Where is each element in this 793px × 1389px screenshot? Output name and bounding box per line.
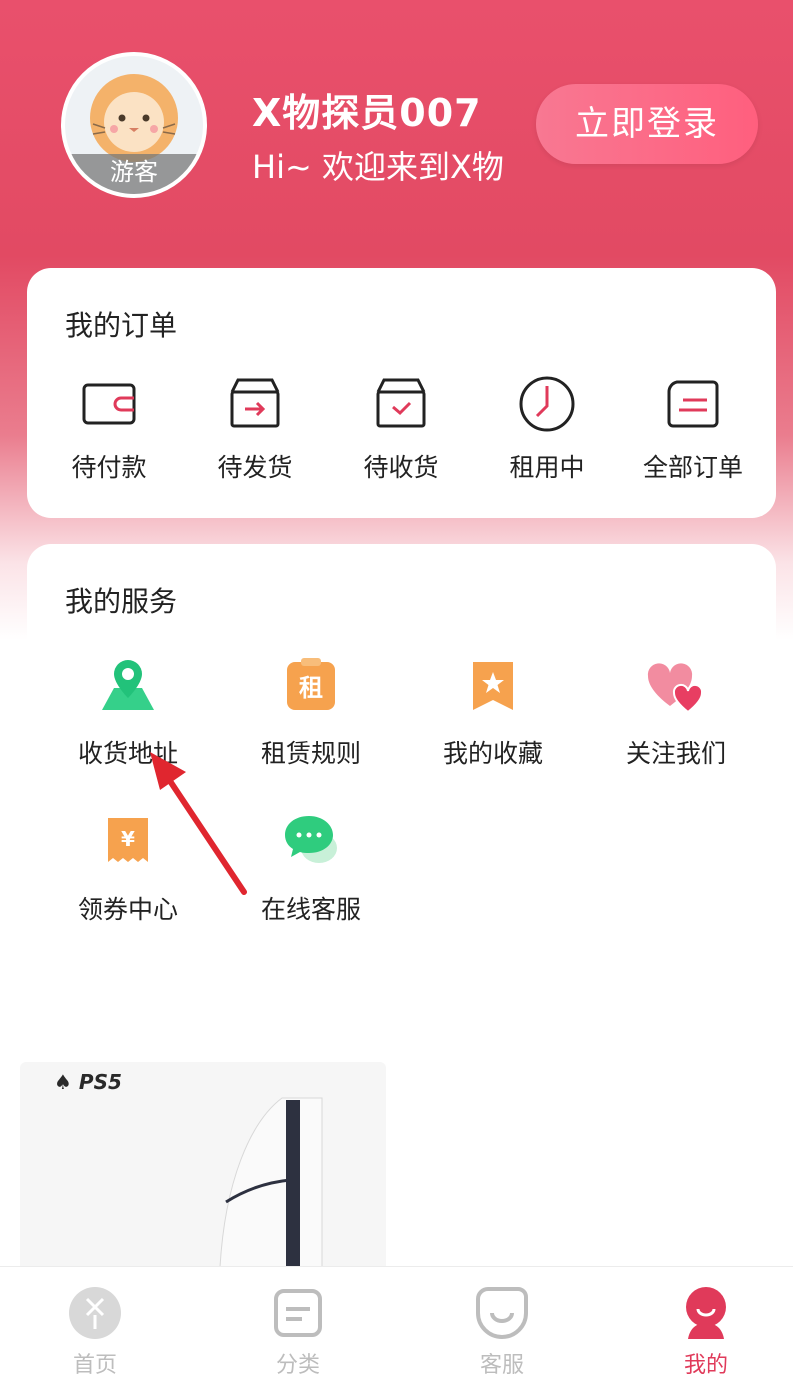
tab-label: 客服 xyxy=(479,1353,524,1378)
rent-rule-icon: 租 xyxy=(287,658,335,710)
order-pending-shipment[interactable]: 待发货 xyxy=(182,372,328,484)
order-item-label: 全部订单 xyxy=(642,453,743,482)
order-pending-receipt[interactable]: 待收货 xyxy=(328,372,474,484)
box-send-icon xyxy=(230,378,280,428)
service-item-label: 收货地址 xyxy=(77,739,178,768)
order-item-label: 待收货 xyxy=(363,453,439,482)
orders-title: 我的订单 xyxy=(65,309,178,342)
user-name: X物探员007 xyxy=(252,91,482,135)
tab-category[interactable]: 分类 xyxy=(238,1285,358,1379)
service-item-label: 在线客服 xyxy=(260,895,361,924)
service-follow-us[interactable]: 关注我们 xyxy=(586,654,766,770)
service-face-icon xyxy=(476,1287,528,1339)
rent-rule-glyph: 租 xyxy=(299,674,323,702)
order-list-icon xyxy=(667,380,719,428)
welcome-text: Hi~ 欢迎来到X物 xyxy=(252,148,504,186)
service-online-support[interactable]: 在线客服 xyxy=(221,810,401,926)
coupon-glyph: ¥ xyxy=(121,827,135,851)
guest-badge: 游客 xyxy=(65,154,203,194)
tab-home[interactable]: 首页 xyxy=(35,1285,155,1379)
services-card: 我的服务 收货地址 租 租赁规则 我的收藏 关注我们 ¥ 领券中心 在线客服 xyxy=(27,544,776,964)
clock-icon xyxy=(519,376,575,432)
hearts-icon xyxy=(647,663,704,714)
box-receive-icon xyxy=(376,378,426,428)
avatar[interactable]: 游客 xyxy=(61,52,207,198)
tab-label: 首页 xyxy=(72,1353,117,1378)
tab-label: 分类 xyxy=(275,1353,320,1378)
tab-mine[interactable]: 我的 xyxy=(646,1285,766,1379)
wallet-icon xyxy=(82,383,136,425)
orders-card: 我的订单 待付款 待发货 待收货 租用中 全部订单 xyxy=(27,268,776,518)
category-icon xyxy=(274,1289,322,1337)
chat-bubble-icon xyxy=(285,816,337,863)
tab-service[interactable]: 客服 xyxy=(442,1285,562,1379)
service-favorites[interactable]: 我的收藏 xyxy=(403,654,583,770)
order-item-label: 待发货 xyxy=(217,453,293,482)
service-address[interactable]: 收货地址 xyxy=(38,654,218,770)
service-item-label: 我的收藏 xyxy=(442,739,543,768)
order-item-label: 租用中 xyxy=(509,453,585,482)
service-item-label: 关注我们 xyxy=(625,739,726,768)
login-button[interactable]: 立即登录 xyxy=(536,84,758,164)
coupon-icon: ¥ xyxy=(108,818,148,862)
profile-icon xyxy=(686,1287,726,1339)
service-item-label: 租赁规则 xyxy=(260,739,361,768)
product-card[interactable]: ♠ PS5 xyxy=(20,1062,386,1272)
order-pending-payment[interactable]: 待付款 xyxy=(36,372,182,484)
service-rent-rules[interactable]: 租 租赁规则 xyxy=(221,654,401,770)
star-bookmark-icon xyxy=(473,662,513,710)
tab-label: 我的 xyxy=(683,1353,728,1378)
order-renting[interactable]: 租用中 xyxy=(474,372,620,484)
bottom-tab-bar: 首页 分类 客服 我的 xyxy=(0,1266,793,1389)
service-coupon-center[interactable]: ¥ 领券中心 xyxy=(38,810,218,926)
console-image xyxy=(219,1097,323,1268)
location-pin-icon xyxy=(102,660,154,710)
order-item-label: 待付款 xyxy=(71,453,147,482)
home-logo-icon xyxy=(69,1287,121,1339)
services-title: 我的服务 xyxy=(65,585,178,618)
service-item-label: 领券中心 xyxy=(77,895,178,924)
order-all[interactable]: 全部订单 xyxy=(620,372,766,484)
